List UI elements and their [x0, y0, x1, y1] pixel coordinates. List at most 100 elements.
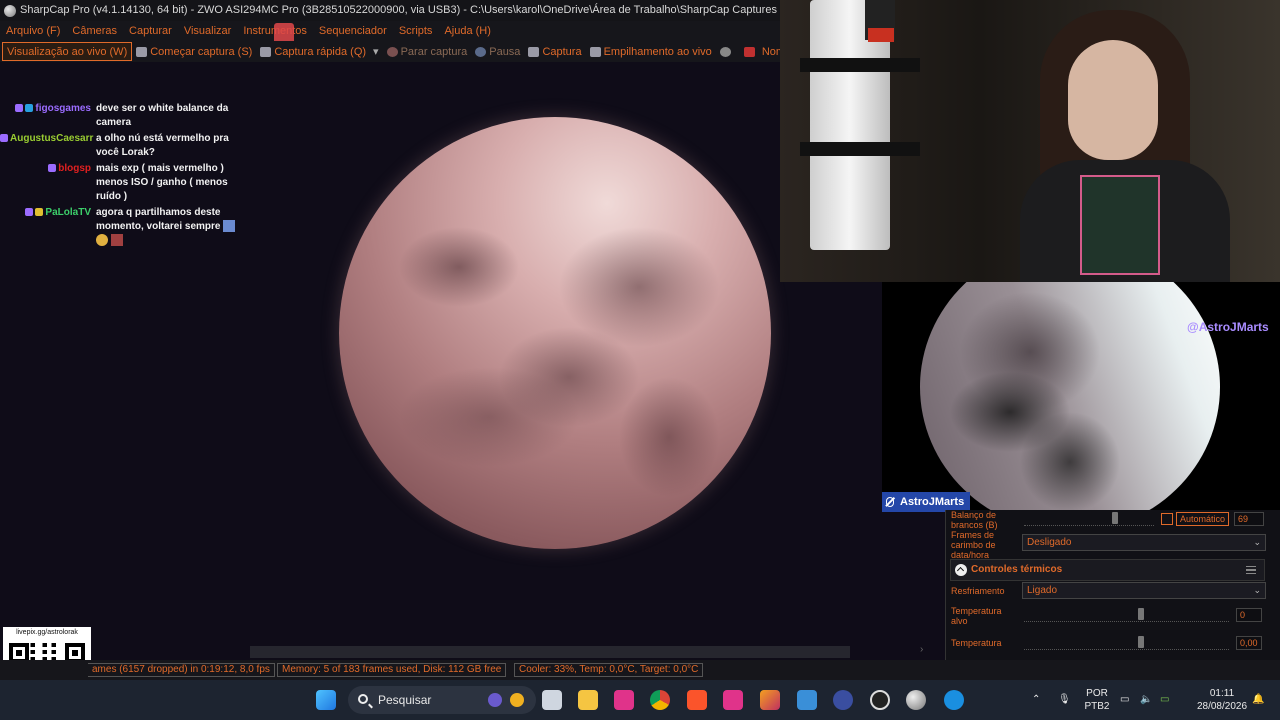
mic-off-icon [886, 497, 894, 507]
chrome-icon[interactable] [650, 690, 670, 710]
microphone-icon[interactable]: 🎙 [1058, 693, 1071, 706]
language-indicator[interactable]: POR PTB2 [1084, 687, 1110, 713]
horizontal-scrollbar[interactable] [250, 646, 850, 658]
menu-sequenciador[interactable]: Sequenciador [313, 21, 393, 41]
menu-ajuda[interactable]: Ajuda (H) [438, 21, 496, 41]
target-temp-label: Temperatura alvo [951, 606, 1002, 626]
circle-icon [719, 46, 731, 57]
auto-checkbox[interactable] [1161, 513, 1173, 525]
qr-url: livepix.gg/astrolorak [16, 629, 78, 636]
collapse-icon[interactable] [955, 564, 967, 576]
menu-arquivo[interactable]: Arquivo (F) [0, 21, 66, 41]
scroll-right-icon[interactable]: › [920, 644, 923, 655]
webcam-feed [780, 0, 1280, 282]
chat-overlay: figosgames deve ser o white balance da c… [0, 102, 245, 250]
chat-message: AugustusCaesarr a olho nú está vermelho … [0, 132, 245, 160]
chat-user: PaLolaTV [0, 206, 96, 248]
wb-value-input[interactable]: 69 [1234, 512, 1264, 526]
moon-image-secondary [920, 282, 1220, 512]
pause-label: Pausa [489, 45, 521, 58]
frame-stats: ames (6157 dropped) in 0:19:12, 8,0 fps [88, 663, 275, 677]
chevron-down-icon: ⌄ [1253, 537, 1261, 547]
quick-capture-label: Captura rápida (Q) [274, 45, 367, 58]
browser-icon[interactable] [944, 690, 964, 710]
chat-user: figosgames [0, 102, 96, 130]
video-camera-icon [260, 46, 272, 57]
shirt-print [1080, 175, 1160, 275]
clock-time: 01:11 [1209, 688, 1235, 699]
wb-auto-toggle[interactable]: Automático [1176, 512, 1230, 526]
chat-username: blogsp [58, 163, 91, 174]
emote-icon [110, 234, 123, 247]
app-icon[interactable] [760, 690, 780, 710]
network-icon[interactable]: ▭ [1120, 693, 1129, 706]
menu-cameras[interactable]: Câmeras [66, 21, 123, 41]
pause-button[interactable]: Pausa [471, 42, 524, 61]
timestamp-select[interactable]: Desligado ⌄ [1022, 534, 1266, 551]
slider-thumb[interactable] [1112, 512, 1118, 524]
chevron-down-icon: ⌄ [1253, 585, 1261, 595]
window-title: SharpCap Pro (v4.1.14130, 64 bit) - ZWO … [20, 4, 777, 16]
target-temp-slider[interactable] [1024, 608, 1229, 622]
quick-capture-button[interactable]: Captura rápida (Q) ▾ [256, 42, 382, 61]
status-bar: ames (6157 dropped) in 0:19:12, 8,0 fps … [0, 660, 1280, 680]
cooling-select[interactable]: Ligado ⌄ [1022, 582, 1266, 599]
sharpcap-taskbar-icon[interactable] [906, 690, 926, 710]
notification-icon[interactable]: 🔔 [1252, 693, 1264, 706]
pencil-badge-icon [35, 208, 44, 217]
file-explorer-icon[interactable] [578, 690, 598, 710]
screen: SharpCap Pro (v4.1.14130, 64 bit) - ZWO … [0, 0, 1280, 720]
keyboard-layout: PTB2 [1084, 701, 1110, 712]
camera-control-panel: Balanço de brancos (B) Automático 69 Fra… [945, 510, 1280, 660]
obs-icon[interactable] [870, 690, 890, 710]
title-bar: SharpCap Pro (v4.1.14130, 64 bit) - ZWO … [0, 0, 780, 21]
brave-icon[interactable] [687, 690, 707, 710]
cooling-label: Resfriamento [951, 586, 1005, 596]
menu-capturar[interactable]: Capturar [123, 21, 178, 41]
chat-message: PaLolaTV agora q partilhamos deste momen… [0, 206, 245, 248]
pause-icon [475, 46, 487, 57]
menu-visualizar[interactable]: Visualizar [178, 21, 238, 41]
sharpcap-icon [4, 4, 16, 17]
slider-thumb [1138, 636, 1144, 648]
menu-scripts[interactable]: Scripts [393, 21, 439, 41]
live-stack-label: Empilhamento ao vivo [603, 45, 712, 58]
target-temp-input[interactable]: 0 [1236, 608, 1262, 622]
clock[interactable]: 01:11 28/08/2026 [1192, 687, 1252, 713]
stellarium-icon[interactable] [833, 690, 853, 710]
start-capture-button[interactable]: Começar captura (S) [132, 42, 256, 61]
secondary-camera-feed: @AstroJMarts AstroJMarts [882, 282, 1280, 512]
pink-app-icon[interactable] [614, 690, 634, 710]
telescope-ring [800, 142, 920, 156]
task-view-icon[interactable] [542, 690, 562, 710]
pink-app-icon-2[interactable] [723, 690, 743, 710]
chat-username: AugustusCaesarr [10, 133, 94, 144]
chat-text: agora q partilhamos deste momento, volta… [96, 206, 238, 248]
temperature-readout: 0,00 [1236, 636, 1262, 650]
chat-text: mais exp ( mais vermelho ) menos ISO / g… [96, 163, 228, 202]
start-capture-label: Começar captura (S) [150, 45, 253, 58]
photos-icon[interactable] [797, 690, 817, 710]
wb-slider[interactable] [1024, 512, 1154, 526]
chat-username: figosgames [35, 103, 91, 114]
windows-start-icon[interactable] [316, 690, 336, 710]
toolbar: Visualização ao vivo (W) Começar captura… [0, 41, 780, 62]
slider-thumb[interactable] [1138, 608, 1144, 620]
menu-lines-icon[interactable] [1246, 566, 1256, 574]
volume-icon[interactable]: 🔈 [1140, 693, 1152, 706]
chevron-down-icon[interactable]: ▾ [373, 45, 379, 58]
live-view-button[interactable]: Visualização ao vivo (W) [2, 42, 133, 61]
stream-handle: @AstroJMarts [1187, 320, 1269, 334]
subscriber-badge-icon [15, 104, 24, 113]
taskbar-search[interactable]: Pesquisar [348, 686, 536, 714]
twitch-badge-icon [25, 104, 34, 113]
snapshot-button[interactable]: Captura [524, 42, 585, 61]
taskbar: Pesquisar ⌃ 🎙 POR PTB2 ▭ 🔈 ▭ 01:11 28/08/2… [0, 680, 1280, 720]
chevron-up-icon[interactable]: ⌃ [1032, 693, 1040, 706]
thermal-controls-header[interactable]: Controles térmicos [950, 559, 1265, 581]
live-view-label: Visualização ao vivo (W) [7, 45, 128, 58]
live-stack-button[interactable]: Empilhamento ao vivo [586, 42, 716, 61]
battery-icon[interactable]: ▭ [1160, 693, 1169, 706]
stop-capture-button[interactable]: Parar captura [383, 42, 472, 61]
menu-bar: Arquivo (F) Câmeras Capturar Visualizar … [0, 21, 780, 41]
